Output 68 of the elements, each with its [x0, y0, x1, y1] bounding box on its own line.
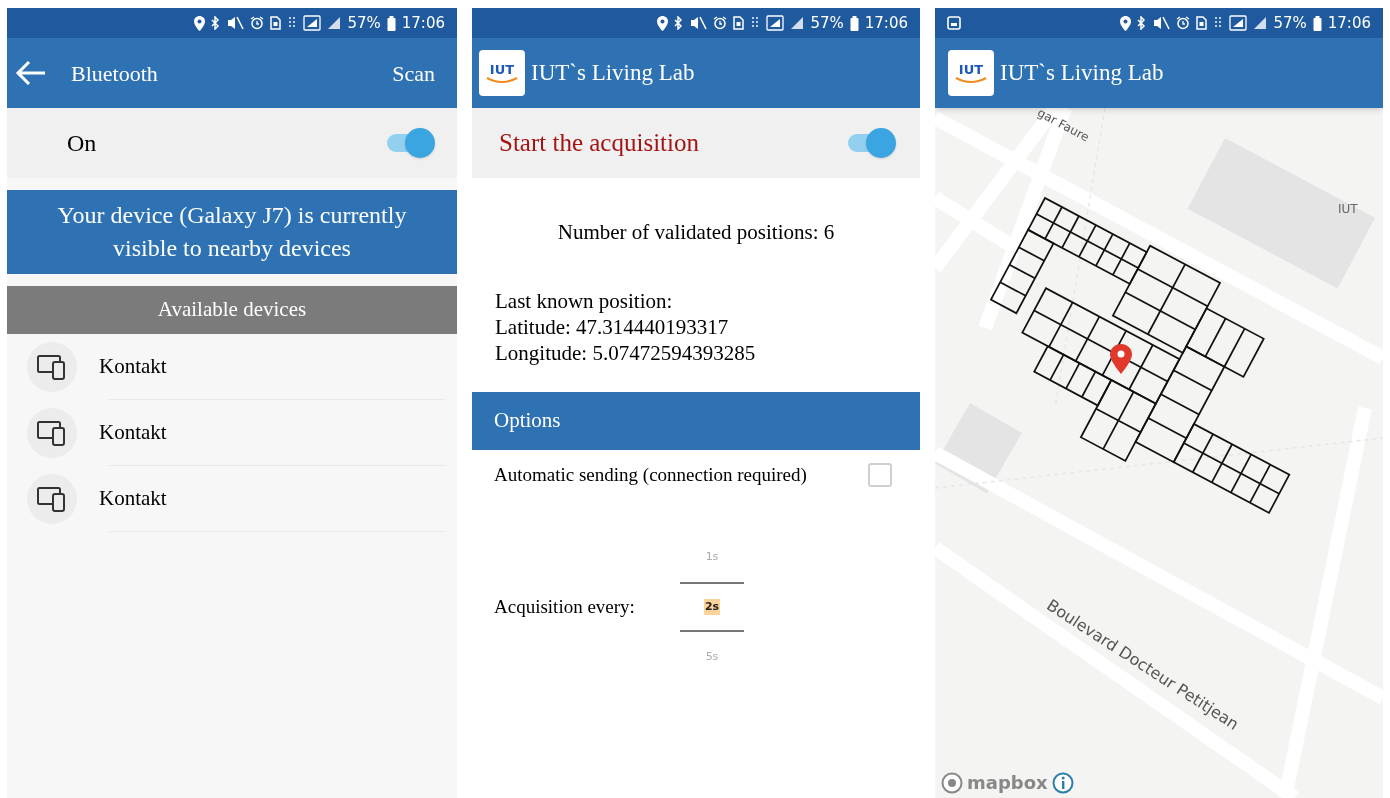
checkbox-label: Automatic sending (connection required)	[494, 462, 808, 487]
device-name[interactable]: Kontakt	[99, 482, 167, 515]
battery-percentage: 57%	[810, 12, 844, 34]
interval-picker[interactable]: 1s 2s 5s	[680, 542, 744, 672]
checkbox[interactable]	[868, 463, 892, 487]
signal-icon	[303, 15, 322, 31]
clock-time: 17:06	[864, 12, 908, 34]
device-name[interactable]: Kontakt	[99, 350, 167, 383]
toggle-switch[interactable]	[848, 128, 896, 158]
info-icon[interactable]	[1051, 772, 1074, 794]
battery-icon	[849, 15, 859, 31]
mute-icon	[689, 16, 708, 30]
position-text: Longitude: 5.07472594393285	[495, 340, 757, 366]
battery-percentage: 57%	[1273, 12, 1307, 34]
clock-time: 17:06	[401, 12, 445, 34]
mapbox-logo-icon	[941, 772, 963, 794]
device-icon	[27, 342, 77, 392]
section-header: Available devices	[7, 286, 457, 334]
app-title: IUT`s Living Lab	[531, 58, 695, 87]
signal-icon	[327, 16, 342, 30]
sim-card-icon	[1196, 16, 1208, 30]
position-text: Last known position:	[495, 288, 674, 314]
image-notification-icon	[947, 16, 961, 30]
battery-percentage: 57%	[347, 12, 381, 34]
location-icon	[657, 15, 669, 31]
signal-icon	[766, 15, 785, 31]
signal-icon	[790, 16, 805, 30]
validated-positions-text: Number of validated positions: 6	[557, 219, 835, 247]
toggle-label: On	[67, 129, 98, 158]
toggle-switch[interactable]	[387, 128, 435, 158]
map-drawing[interactable]	[935, 108, 1383, 798]
data-icon	[287, 16, 298, 30]
interval-option[interactable]: 2s	[703, 598, 721, 616]
data-icon	[750, 16, 761, 30]
alarm-icon	[1176, 16, 1191, 30]
data-icon	[1213, 16, 1224, 30]
bluetooth-icon	[1137, 16, 1147, 30]
bluetooth-icon	[674, 16, 684, 30]
location-icon	[194, 15, 206, 31]
battery-icon	[386, 15, 396, 31]
toggle-label: Start the acquisition	[499, 128, 700, 159]
place-label: IUT	[1338, 201, 1358, 218]
clock-time: 17:06	[1327, 12, 1371, 34]
visibility-banner: Your device (Galaxy J7) is currently visible to nearby devices	[7, 190, 457, 274]
sim-card-icon	[733, 16, 745, 30]
back-arrow-icon[interactable]	[15, 60, 47, 86]
signal-icon	[1253, 16, 1268, 30]
device-icon	[27, 474, 77, 524]
mute-icon	[226, 16, 245, 30]
sim-card-icon	[270, 16, 282, 30]
device-name[interactable]: Kontakt	[99, 416, 167, 449]
alarm-icon	[250, 16, 265, 30]
device-icon	[27, 408, 77, 458]
battery-icon	[1312, 15, 1322, 31]
position-text: Latitude: 47.314440193317	[495, 314, 730, 340]
options-header: Options	[472, 392, 920, 450]
screen-title: Bluetooth	[71, 59, 158, 88]
app-logo: IUT	[948, 50, 994, 96]
scan-button[interactable]: Scan	[392, 56, 435, 90]
app-logo: IUT	[479, 50, 525, 96]
alarm-icon	[713, 16, 728, 30]
app-title: IUT`s Living Lab	[1000, 58, 1164, 87]
map-pin-icon[interactable]	[1110, 344, 1132, 374]
mute-icon	[1152, 16, 1171, 30]
location-icon	[1120, 15, 1132, 31]
signal-icon	[1229, 15, 1248, 31]
interval-label: Acquisition every:	[494, 594, 636, 619]
bluetooth-icon	[211, 16, 221, 30]
